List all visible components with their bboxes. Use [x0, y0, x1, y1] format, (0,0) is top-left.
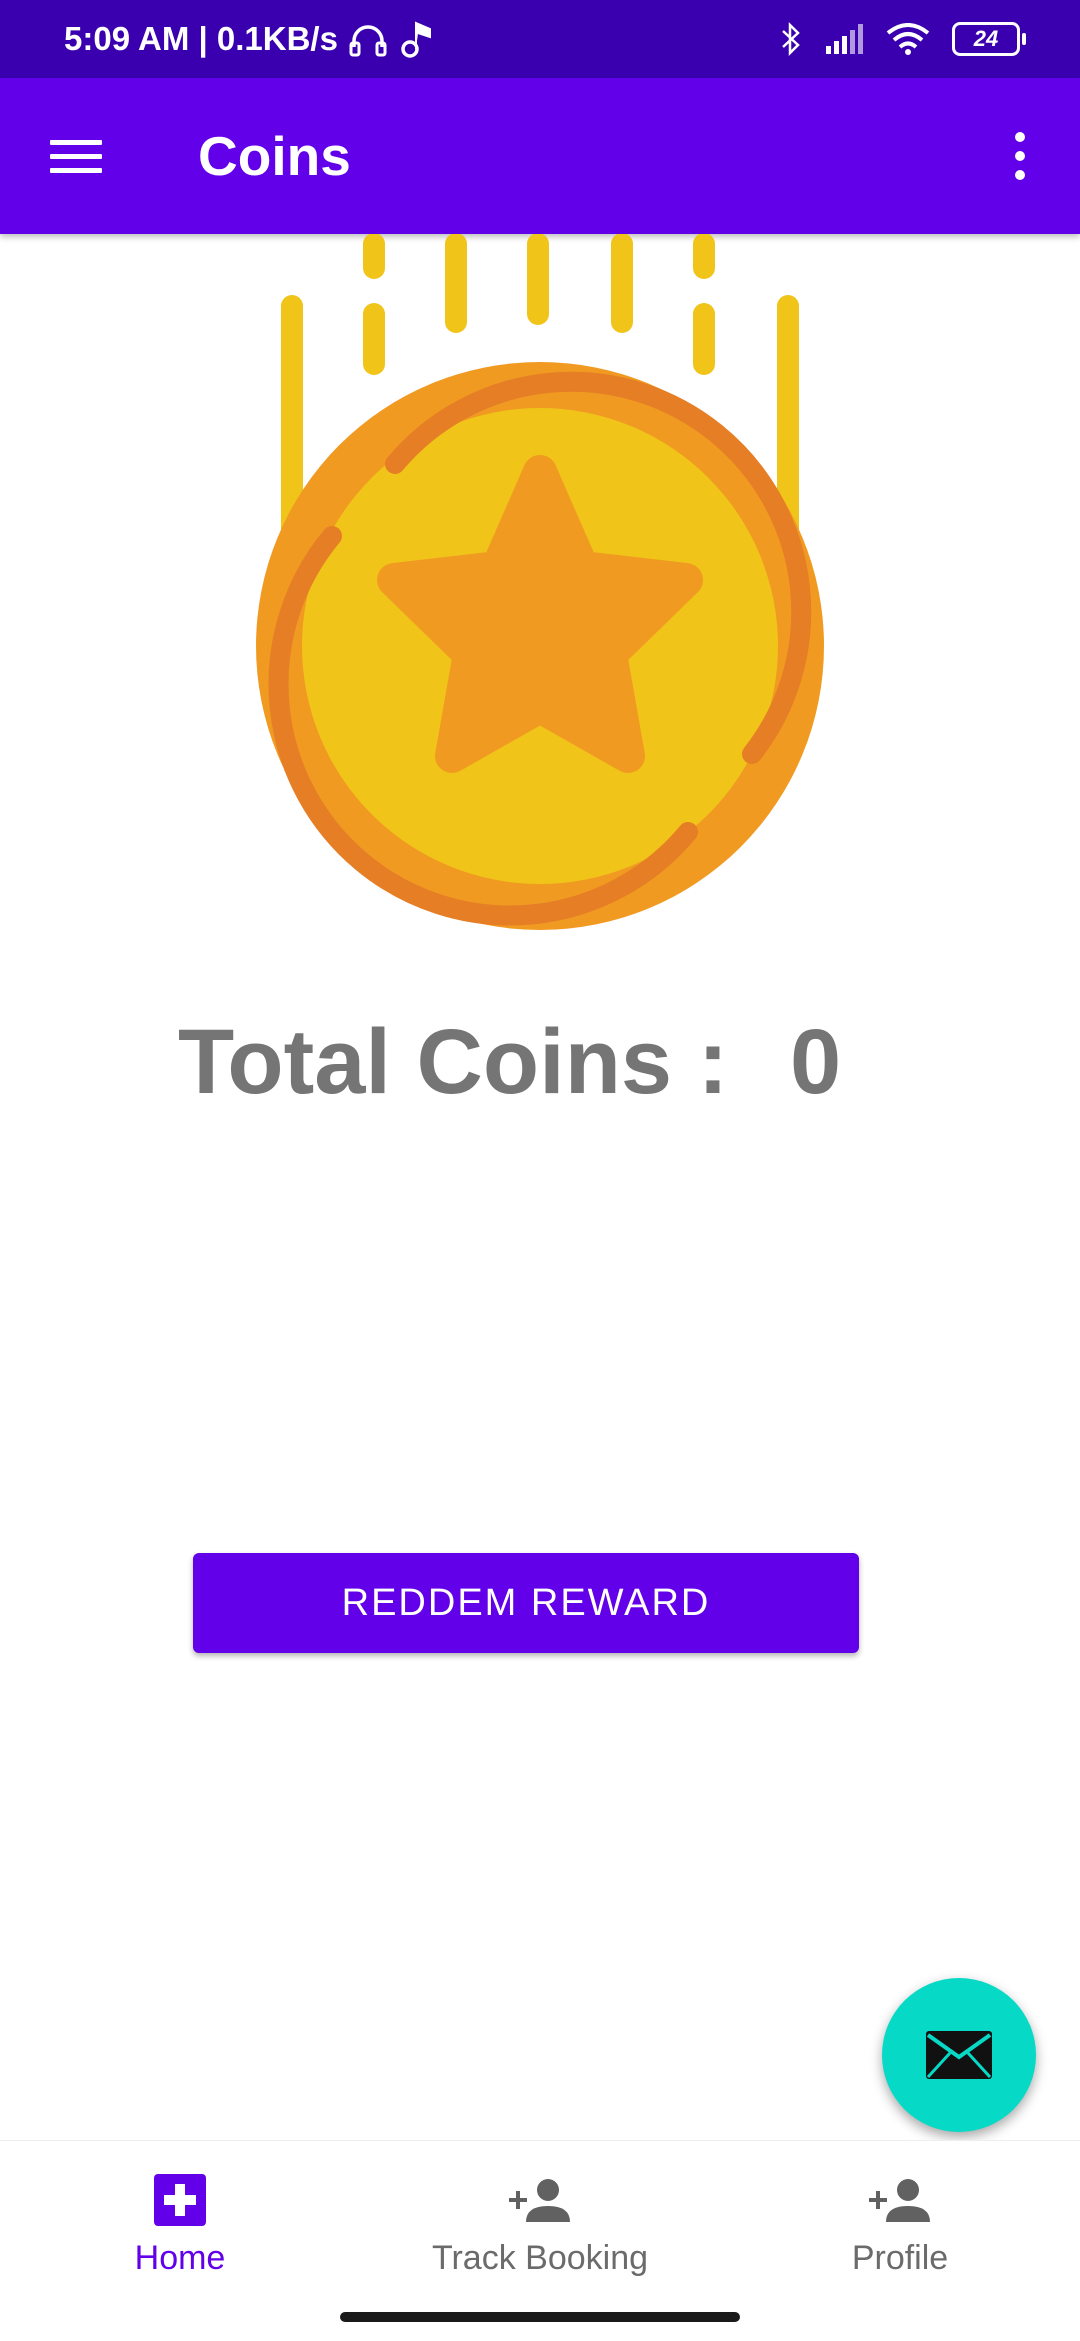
status-time: 5:09 AM | 0.1KB/s — [64, 20, 338, 57]
status-bar: 5:09 AM | 0.1KB/s 24 — [0, 0, 1080, 78]
wifi-icon — [886, 23, 930, 55]
nav-item-home[interactable]: Home — [0, 2141, 360, 2291]
battery-indicator: 24 — [952, 22, 1026, 56]
nav-label-track-booking: Track Booking — [431, 2239, 649, 2277]
medical-cross-icon — [154, 2173, 206, 2227]
headphones-icon — [349, 25, 387, 57]
nav-item-track-booking[interactable]: Track Booking — [360, 2141, 720, 2291]
more-options-icon[interactable] — [982, 118, 1058, 194]
bluetooth-icon — [782, 21, 800, 57]
person-add-icon — [508, 2173, 572, 2227]
total-coins-label: Total Coins : — [178, 1011, 729, 1113]
battery-level: 24 — [973, 26, 999, 51]
nav-item-profile[interactable]: Profile — [720, 2141, 1080, 2291]
nav-label-profile: Profile — [851, 2239, 949, 2277]
music-note-icon — [401, 21, 431, 58]
nav-label-home: Home — [134, 2239, 226, 2277]
hamburger-menu-icon[interactable] — [36, 118, 116, 194]
coin-illustration — [256, 234, 824, 930]
mail-icon — [926, 2031, 992, 2079]
page-title: Coins — [198, 125, 351, 187]
app-bar: Coins — [0, 78, 1080, 234]
redeem-reward-label: REDDEM REWARD — [341, 1581, 711, 1624]
person-add-icon — [868, 2173, 932, 2227]
mail-fab-button[interactable] — [882, 1978, 1036, 2132]
bottom-navigation: Home Track Booking Profile — [0, 2140, 1080, 2341]
total-coins-value: 0 — [790, 1011, 842, 1113]
home-indicator[interactable] — [340, 2312, 740, 2322]
redeem-reward-button[interactable]: REDDEM REWARD — [193, 1553, 859, 1653]
status-right: 24 — [780, 0, 1026, 78]
status-left: 5:09 AM | 0.1KB/s — [64, 0, 434, 78]
signal-icon — [826, 24, 863, 54]
